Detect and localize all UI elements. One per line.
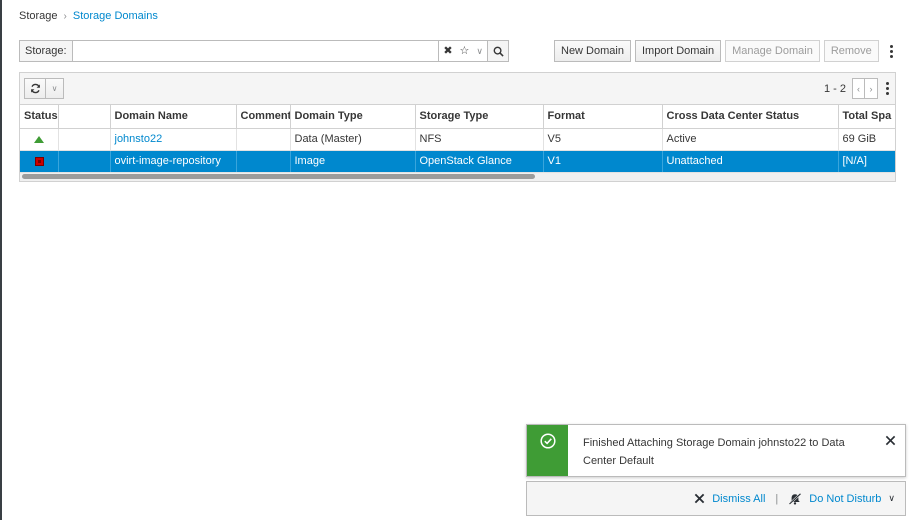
pager-prev-icon[interactable]: ‹ [852,78,865,99]
comment-cell [236,128,291,151]
total-space-cell: 69 GiB [838,128,895,151]
dismiss-all-label: Dismiss All [712,492,766,505]
bookmark-star-icon[interactable]: ☆ [460,45,470,57]
horizontal-scrollbar[interactable] [20,172,895,181]
format-cell: V5 [543,128,663,151]
pager-count: 1 - 2 [823,82,846,95]
format-cell: V1 [543,150,663,173]
domain-name-link[interactable]: johnsto22 [115,133,163,145]
remove-button[interactable]: Remove [823,40,879,62]
toast-success-band [527,425,568,476]
close-icon [885,435,895,446]
domain-type-cell: Image [290,150,416,173]
col-header-status[interactable]: Status [20,105,59,129]
dismiss-all-button[interactable]: Dismiss All [694,493,765,505]
col-header-storage-type[interactable]: Storage Type [415,105,544,129]
breadcrumb-current[interactable]: Storage Domains [73,10,158,22]
storage-type-cell: OpenStack Glance [415,150,544,173]
col-header-total-space[interactable]: Total Spa [838,105,895,129]
notification-footer: Dismiss All | Do Not Disturb ∨ [526,481,906,516]
do-not-disturb-button[interactable]: Do Not Disturb ∨ [788,492,895,505]
bookmark-dropdown-chevron-icon[interactable]: ∨ [476,46,483,56]
search-icon [493,46,504,57]
status-up-icon [34,135,45,143]
col-header-icon [58,105,111,129]
table-row[interactable]: ovirt-image-repository Image OpenStack G… [20,150,895,173]
search-group: Storage: ✖ ☆ ∨ [19,40,509,62]
action-buttons: New Domain Import Domain Manage Domain R… [554,40,898,62]
table-options-kebab-icon[interactable] [881,78,893,100]
new-domain-button[interactable]: New Domain [554,40,631,62]
domain-name-cell: ovirt-image-repository [110,150,237,173]
dismiss-x-icon [694,493,705,504]
search-prefix-label: Storage: [19,40,72,62]
toast-message: Finished Attaching Storage Domain johnst… [583,437,845,467]
storage-domains-table: Status Domain Name Comment Domain Type S… [20,105,895,173]
table-header-row: Status Domain Name Comment Domain Type S… [20,105,895,129]
storage-type-cell: NFS [415,128,544,151]
breadcrumb: Storage › Storage Domains [19,9,158,23]
refresh-group: ∨ [24,78,64,99]
clear-search-icon[interactable]: ✖ [443,45,452,57]
col-header-comment[interactable]: Comment [236,105,291,129]
col-header-domain-name[interactable]: Domain Name [110,105,237,129]
search-input[interactable] [71,40,440,62]
table-row[interactable]: johnsto22 Data (Master) NFS V5 Active 69… [20,128,895,151]
search-button[interactable] [488,40,509,62]
pager-next-icon[interactable]: › [865,78,878,99]
status-cell [20,150,59,173]
main-toolbar: Storage: ✖ ☆ ∨ New Domain Import Domain … [19,40,899,62]
col-header-domain-type[interactable]: Domain Type [290,105,416,129]
status-unattached-icon [34,156,44,166]
comment-cell [236,150,291,173]
status-cell [20,128,59,151]
storage-domains-panel: ∨ 1 - 2 ‹ › Status Domain Name Comment D… [19,72,896,182]
col-header-cross-dc-status[interactable]: Cross Data Center Status [662,105,839,129]
domain-name-cell: johnsto22 [110,128,237,151]
footer-separator: | [775,492,779,505]
success-check-circle-icon [539,433,556,449]
breadcrumb-separator: › [63,10,67,22]
domain-type-cell: Data (Master) [290,128,416,151]
domain-name-link[interactable]: ovirt-image-repository [115,155,221,167]
cross-dc-status-cell: Active [662,128,839,151]
breadcrumb-root[interactable]: Storage [19,10,58,22]
total-space-cell: [N/A] [838,150,895,173]
more-actions-kebab-icon[interactable] [886,40,898,62]
col-header-format[interactable]: Format [543,105,663,129]
horizontal-scrollbar-thumb[interactable] [22,174,535,179]
pager: 1 - 2 ‹ › [824,78,893,99]
refresh-button[interactable] [24,78,46,99]
refresh-icon [30,83,40,94]
refresh-interval-chevron-icon[interactable]: ∨ [46,78,64,99]
left-nav-edge [0,0,2,520]
icon-cell [58,150,111,173]
toast-close-icon[interactable] [875,425,905,476]
icon-cell [58,128,111,151]
do-not-disturb-label: Do Not Disturb [809,492,882,505]
search-addons: ✖ ☆ ∨ [439,40,488,62]
table-toolbar: ∨ 1 - 2 ‹ › [20,73,895,105]
notification-toast: Finished Attaching Storage Domain johnst… [526,424,906,477]
manage-domain-button[interactable]: Manage Domain [725,40,820,62]
bell-slash-icon [789,492,802,505]
cross-dc-status-cell: Unattached [662,150,839,173]
chevron-down-icon: ∨ [888,493,895,503]
import-domain-button[interactable]: Import Domain [634,40,722,62]
